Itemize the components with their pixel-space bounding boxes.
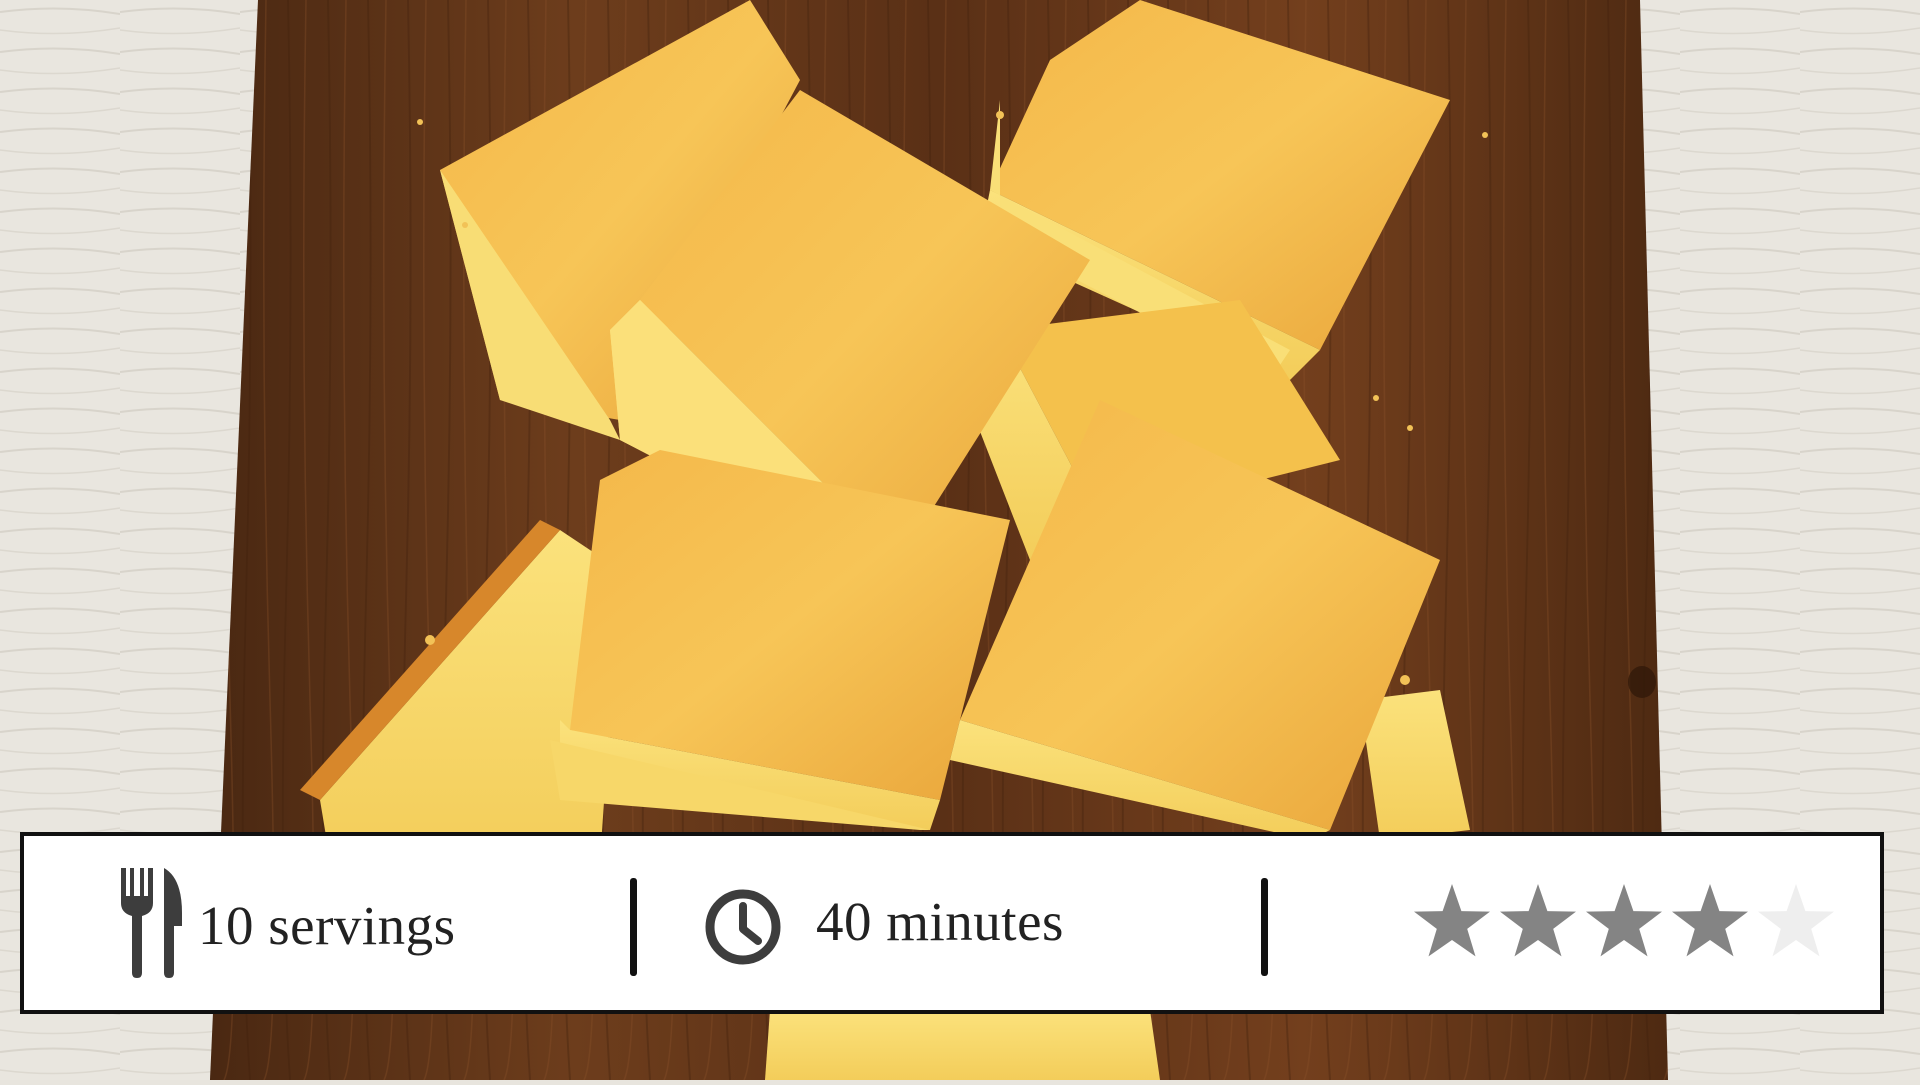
star-filled-icon (1414, 884, 1490, 957)
rating-stars (1412, 882, 1852, 962)
clock-icon (704, 888, 782, 966)
star-filled-icon (1586, 884, 1662, 957)
fork-knife-icon (116, 868, 186, 978)
star-filled-icon (1500, 884, 1576, 957)
star-empty-icon (1758, 884, 1834, 957)
star-filled-icon (1672, 884, 1748, 957)
separator (630, 878, 637, 976)
recipe-info-bar: 10 servings 40 minutes (20, 832, 1884, 1014)
servings-label: 10 servings (198, 895, 456, 956)
time-label: 40 minutes (816, 891, 1064, 952)
separator (1261, 878, 1268, 976)
